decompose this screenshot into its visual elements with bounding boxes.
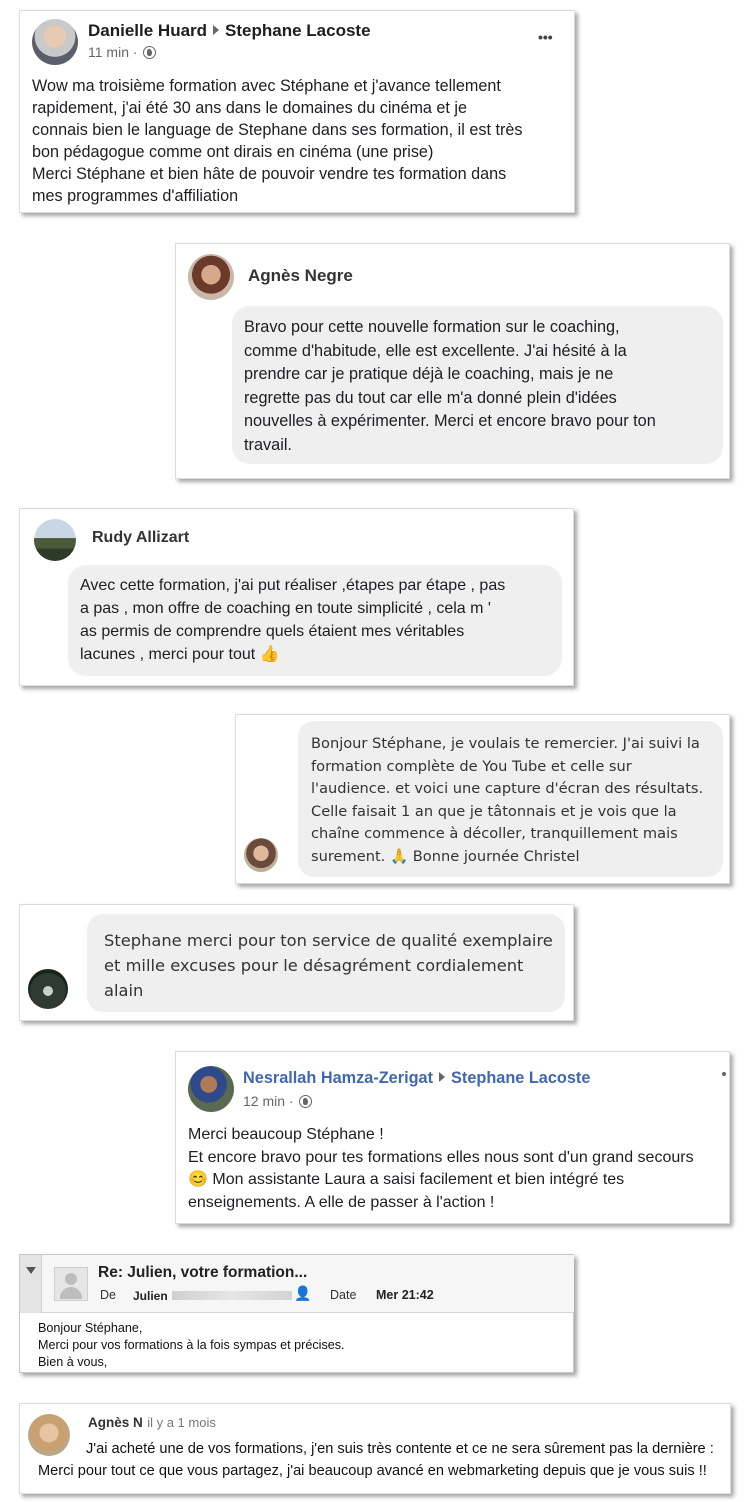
testimonial-card-danielle: Danielle Huard Stephane Lacoste 11 min · …	[19, 10, 575, 213]
text-line: Merci beaucoup Stéphane !	[188, 1126, 384, 1143]
comment-bubble: Bravo pour cette nouvelle formation sur …	[232, 306, 723, 464]
post-body: Merci beaucoup Stéphane ! Et encore brav…	[188, 1124, 728, 1214]
avatar[interactable]	[34, 519, 76, 561]
more-options-icon[interactable]	[722, 1072, 726, 1076]
text-line: nouvelles à expérimenter. Merci et encor…	[244, 412, 656, 430]
comment-body: Bravo pour cette nouvelle formation sur …	[244, 316, 719, 457]
text-line: enseignements. A elle de passer à l'acti…	[188, 1193, 495, 1211]
arrow-right-icon	[213, 25, 220, 35]
avatar[interactable]	[188, 1066, 234, 1112]
post-body: Wow ma troisième formation avec Stéphane…	[32, 75, 572, 207]
text-line: mes programmes d'affiliation	[32, 187, 239, 205]
add-contact-icon[interactable]: 👤	[294, 1285, 311, 1302]
text-line: chaîne commence à décoller, tranquilleme…	[311, 825, 678, 842]
avatar[interactable]	[28, 969, 68, 1009]
comment-body: Stephane merci pour ton service de quali…	[104, 928, 564, 1003]
text-line: regrette pas du tout car elle m'a donné …	[244, 388, 617, 407]
text-line: a pas , mon offre de coaching en toute s…	[80, 600, 491, 617]
date-value: Mer 21:42	[376, 1288, 434, 1302]
email-header: Re: Julien, votre formation... De Julien…	[42, 1255, 574, 1313]
text-line: et mille excuses pour le désagrément cor…	[104, 956, 524, 975]
target-name[interactable]: Stephane Lacoste	[451, 1069, 590, 1087]
comment-bubble: Stephane merci pour ton service de quali…	[87, 914, 565, 1012]
testimonial-card-rudy: Rudy Allizart Avec cette formation, j'ai…	[19, 508, 574, 686]
globe-icon	[143, 46, 157, 59]
post-time[interactable]: 11 min	[88, 44, 129, 60]
text-line: Stephane merci pour ton service de quali…	[104, 931, 553, 950]
from-label: De	[100, 1288, 116, 1302]
text-line: Bien à vous,	[38, 1355, 108, 1369]
avatar[interactable]	[244, 838, 278, 872]
text-line: as permis de comprendre quels étaient me…	[80, 623, 465, 640]
collapse-toggle[interactable]	[20, 1255, 42, 1313]
comment-bubble: Bonjour Stéphane, je voulais te remercie…	[298, 721, 723, 877]
text-line: Bonjour Stéphane,	[38, 1321, 143, 1335]
text-line: Wow ma troisième formation avec Stéphane…	[32, 77, 501, 95]
comment-body: J'ai acheté une de vos formations, j'en …	[20, 1438, 730, 1482]
more-options-icon[interactable]: •••	[538, 29, 553, 45]
smiling-face-icon: 😊	[188, 1171, 208, 1188]
testimonial-card-agnes-n: Agnès N il y a 1 mois J'ai acheté une de…	[19, 1403, 731, 1494]
comment-bubble: Avec cette formation, j'ai put réaliser …	[68, 565, 562, 676]
thumbs-up-icon: 👍	[259, 646, 280, 663]
text-line: alain	[104, 981, 144, 1000]
comment-body: Bonjour Stéphane, je voulais te remercie…	[311, 733, 721, 868]
text-line: Avec cette formation, j'ai put réaliser …	[80, 577, 506, 594]
text-line: l'audience. et voici une capture d'écran…	[311, 780, 704, 797]
post-header: Nesrallah Hamza-Zerigat Stephane Lacoste	[243, 1069, 590, 1088]
text-line: connais bien le language de Stephane dan…	[32, 121, 523, 139]
text-line: J'ai acheté une de vos formations, j'en …	[86, 1441, 714, 1457]
sender-avatar	[54, 1267, 88, 1301]
from-name[interactable]: Julien	[133, 1289, 168, 1303]
post-meta: 12 min ·	[243, 1093, 313, 1109]
testimonial-card-alain: Stephane merci pour ton service de quali…	[19, 904, 574, 1021]
text-line: formation complète de You Tube et celle …	[311, 757, 632, 775]
text-line: 😊 Mon assistante Laura a saisi facilemen…	[188, 1171, 625, 1188]
praying-hands-icon: 🙏	[389, 847, 409, 865]
text-line: Merci pour vos formations à la fois symp…	[38, 1338, 345, 1352]
comment-time: il y a 1 mois	[147, 1415, 216, 1430]
email-subject[interactable]: Re: Julien, votre formation...	[98, 1264, 307, 1282]
post-time[interactable]: 12 min	[243, 1093, 285, 1109]
text-line: surement. 🙏 Bonne journée Christel	[311, 847, 580, 865]
email-body: Bonjour Stéphane, Merci pour vos formati…	[38, 1320, 345, 1371]
text-line: lacunes , merci pour tout 👍	[80, 646, 280, 663]
author-name[interactable]: Rudy Allizart	[92, 529, 189, 547]
text-line: prendre car je pratique déjà le coaching…	[244, 365, 614, 383]
post-meta: 11 min ·	[88, 44, 157, 60]
text-line: Et encore bravo pour tes formations elle…	[188, 1148, 694, 1166]
author-name[interactable]: Nesrallah Hamza-Zerigat	[243, 1069, 433, 1087]
text-line: Celle faisait 1 an que je tâtonnais et j…	[311, 802, 677, 820]
redacted-email	[172, 1291, 292, 1300]
text-line: Merci Stéphane et bien hâte de pouvoir v…	[32, 165, 507, 183]
text-line: bon pédagogue comme ont dirais en cinéma…	[32, 143, 434, 161]
comment-body: Avec cette formation, j'ai put réaliser …	[80, 574, 560, 666]
target-name[interactable]: Stephane Lacoste	[225, 21, 371, 40]
text-line: comme d'habitude, elle est excellente. J…	[244, 341, 627, 360]
text-line: Merci pour tout ce que vous partagez, j'…	[38, 1463, 707, 1479]
post-header: Danielle Huard Stephane Lacoste	[88, 21, 371, 41]
text-line: rapidement, j'ai été 30 ans dans le doma…	[32, 99, 468, 117]
testimonial-card-christel: Bonjour Stéphane, je voulais te remercie…	[235, 714, 730, 884]
arrow-right-icon	[439, 1072, 446, 1082]
author-name[interactable]: Agnès N	[88, 1415, 143, 1430]
author-name[interactable]: Danielle Huard	[88, 21, 207, 40]
testimonial-card-nesrallah: Nesrallah Hamza-Zerigat Stephane Lacoste …	[175, 1051, 730, 1224]
avatar[interactable]	[32, 19, 78, 65]
date-label: Date	[330, 1288, 357, 1302]
comment-header: Agnès N il y a 1 mois	[88, 1414, 216, 1432]
avatar[interactable]	[188, 254, 234, 300]
text-line: travail.	[244, 435, 292, 454]
caret-down-icon	[26, 1267, 36, 1274]
globe-icon	[299, 1095, 313, 1108]
testimonial-card-agnes-negre: Agnès Negre Bravo pour cette nouvelle fo…	[175, 243, 730, 479]
author-name[interactable]: Agnès Negre	[248, 266, 353, 286]
text-line: Bravo pour cette nouvelle formation sur …	[244, 318, 620, 336]
text-line: Bonjour Stéphane, je voulais te remercie…	[311, 735, 700, 752]
email-card-julien: Re: Julien, votre formation... De Julien…	[19, 1254, 574, 1373]
